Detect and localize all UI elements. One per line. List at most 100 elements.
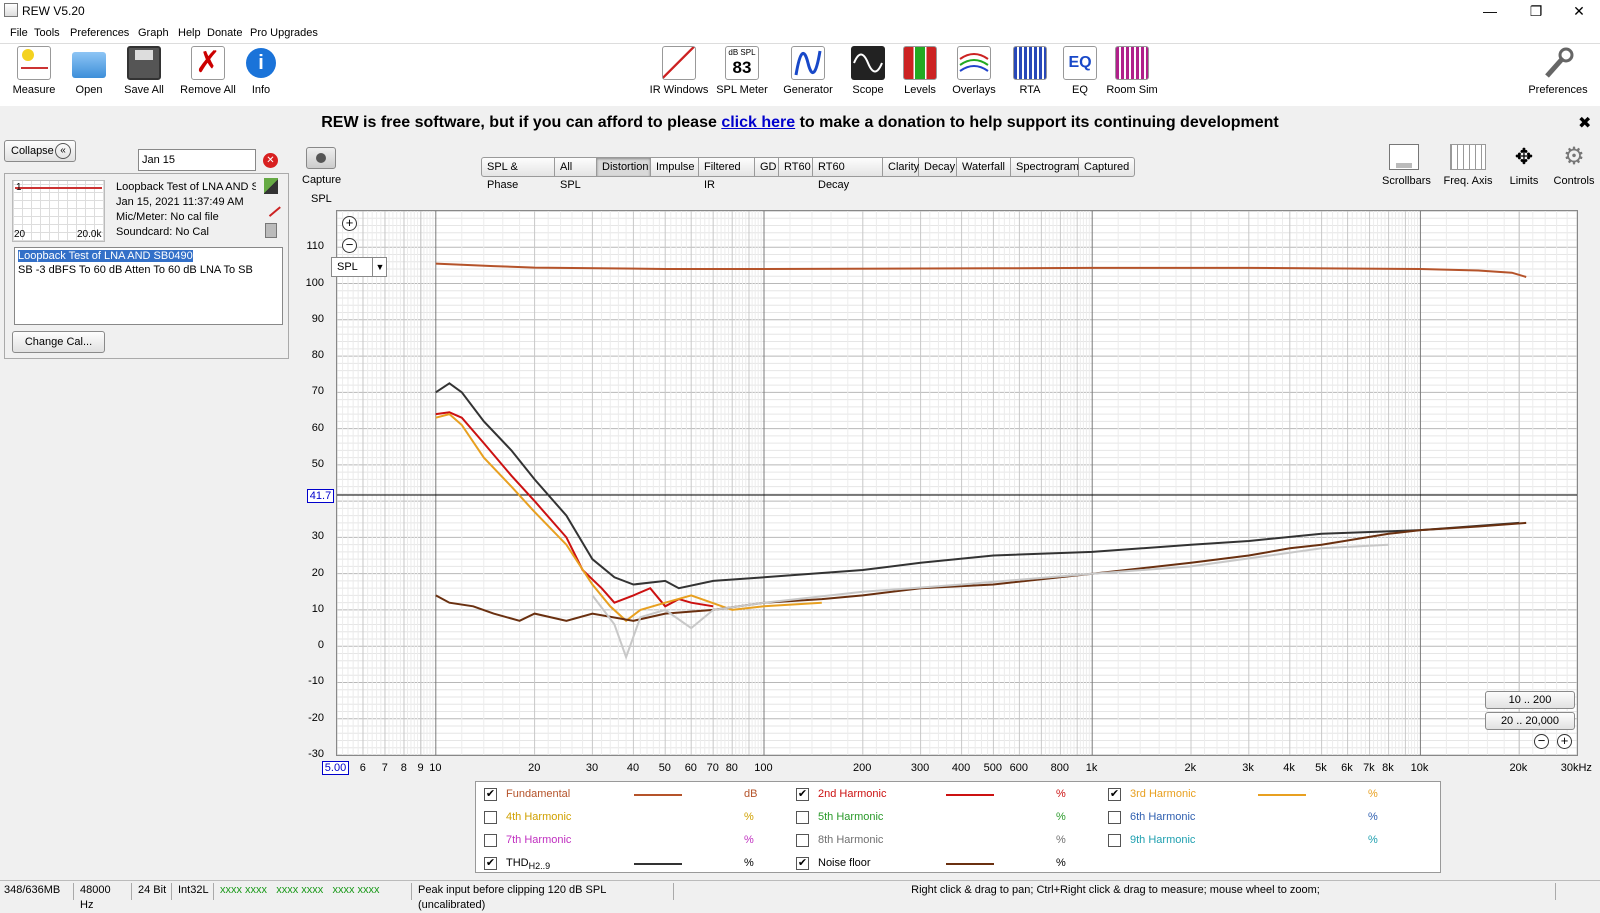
tab-decay[interactable]: Decay [919,157,957,177]
freq-axis-button[interactable]: Freq. Axis [1440,144,1496,187]
thumbnail-trace [15,187,102,189]
scrollbars-button[interactable]: Scrollbars [1382,144,1431,187]
legend-line-swatch [946,863,994,865]
tab-rt60-decay[interactable]: RT60 Decay [813,157,883,191]
legend-unit: % [1056,834,1066,846]
x-tick-label: 8 [400,762,407,774]
menu-file[interactable]: File [10,27,28,39]
tab-waterfall[interactable]: Waterfall [957,157,1011,177]
tab-rt60[interactable]: RT60 [779,157,813,177]
collapse-chevron-icon: « [55,143,71,159]
banner-text-after: to make a donation to help support its c… [795,114,1279,131]
generator-button[interactable]: Generator [780,46,836,96]
legend-checkbox[interactable] [484,811,497,824]
save-all-button[interactable]: Save All [120,46,168,96]
controls-button[interactable]: ⚙ Controls [1552,144,1596,188]
spl-meter-button[interactable]: dB SPL 83 SPL Meter [716,46,768,96]
x-tick-label: 70 [706,762,719,774]
legend-series-name: 8th Harmonic [818,834,884,846]
camera-icon[interactable] [306,147,336,169]
legend-checkbox[interactable] [1108,834,1121,847]
legend-unit: % [744,857,754,869]
zoom-in-icon[interactable]: + [342,216,357,231]
room-sim-button[interactable]: Room Sim [1104,46,1160,96]
levels-button[interactable]: Levels [900,46,940,96]
measurement-notes[interactable]: Loopback Test of LNA AND SB0490 SB -3 dB… [14,247,283,325]
close-icon[interactable]: ✕ [1556,0,1600,22]
controls-label: Controls [1553,175,1595,187]
x-tick-label: 300 [910,762,930,774]
collapse-button[interactable]: Collapse « [4,140,76,162]
open-button[interactable]: Open [68,46,110,96]
tab-filtered-ir[interactable]: Filtered IR [699,157,755,191]
menu-donate[interactable]: Donate [207,27,242,39]
range-20-20000-button[interactable]: 20 .. 20,000 [1485,712,1575,730]
freq-axis-icon [1450,144,1486,170]
tab-clarity[interactable]: Clarity [883,157,919,177]
legend-checkbox[interactable]: ✔ [484,857,497,870]
preferences-button[interactable]: Preferences [1526,46,1590,96]
help-hint-status: Right click & drag to pan; Ctrl+Right cl… [676,883,1556,900]
info-button[interactable]: i Info [243,46,279,96]
x-start-badge[interactable]: 5.00 [322,761,349,775]
banner-close-icon[interactable]: ✖ [1578,113,1591,133]
legend-checkbox[interactable] [796,834,809,847]
distortion-graph[interactable]: + − SPL ▼ 10 .. 200 20 .. 20,000 − + [331,210,1578,756]
save-measurement-icon[interactable] [264,178,278,194]
tab-spectrogram[interactable]: Spectrogram [1011,157,1079,177]
measurement-filter-input[interactable]: Jan 15 [138,149,256,171]
legend-checkbox[interactable]: ✔ [1108,788,1121,801]
tab-distortion[interactable]: Distortion [597,157,651,177]
y-tick-label: 100 [305,276,324,289]
tab-captured[interactable]: Captured [1079,157,1135,177]
tab-gd[interactable]: GD [755,157,779,177]
menu-preferences[interactable]: Preferences [70,27,129,39]
legend-checkbox[interactable]: ✔ [796,857,809,870]
ir-windows-button[interactable]: IR Windows [648,46,710,96]
tab-spl-phase[interactable]: SPL & Phase [481,157,555,191]
zoom-out-icon[interactable]: − [342,238,357,253]
legend-checkbox[interactable]: ✔ [484,788,497,801]
measure-button[interactable]: Measure [10,46,58,96]
limits-arrows-icon: ✥ [1514,144,1534,169]
x-tick-label: 50 [658,762,671,774]
range-10-200-button[interactable]: 10 .. 200 [1485,691,1575,709]
y-unit-value: SPL [337,261,358,273]
legend-checkbox[interactable] [484,834,497,847]
capture-label: Capture [302,174,342,186]
legend-checkbox[interactable] [796,811,809,824]
series-line-reference [591,543,1389,661]
change-cal-button[interactable]: Change Cal... [12,331,105,353]
y-tick-label: 10 [311,602,324,615]
tab-impulse[interactable]: Impulse [651,157,699,177]
chevron-down-icon[interactable]: ▼ [372,258,387,276]
menu-tools[interactable]: Tools [34,27,60,39]
save-icon [127,46,161,80]
limits-button[interactable]: ✥ Limits [1504,144,1544,187]
legend-unit: % [1056,788,1066,800]
donate-link[interactable]: click here [721,114,795,131]
x-tick-label: 4k [1283,762,1295,774]
legend-checkbox[interactable]: ✔ [796,788,809,801]
x-zoom-out-icon[interactable]: − [1534,734,1549,749]
legend-series-name: 5th Harmonic [818,811,884,823]
legend-line-swatch [634,863,682,865]
menu-graph[interactable]: Graph [138,27,169,39]
tab-all-spl[interactable]: All SPL [555,157,597,191]
menu-pro-upgrades[interactable]: Pro Upgrades [250,27,318,39]
measurement-thumbnail[interactable]: 1 20 20.0k [12,180,105,242]
x-zoom-in-icon[interactable]: + [1557,734,1572,749]
rta-button[interactable]: RTA [1012,46,1048,96]
menu-help[interactable]: Help [178,27,201,39]
notes-document-icon[interactable] [265,223,277,238]
eq-button[interactable]: EQ EQ [1062,46,1098,96]
legend-checkbox[interactable] [1108,811,1121,824]
scope-button[interactable]: Scope [848,46,888,96]
minimize-icon[interactable]: — [1467,0,1513,22]
y-unit-select[interactable]: SPL ▼ [331,257,387,277]
overlays-button[interactable]: Overlays [948,46,1000,96]
sample-rate-status: 48000 Hz [76,883,132,911]
maximize-icon[interactable]: ❐ [1513,0,1559,22]
clear-filter-icon[interactable]: ✕ [263,153,278,168]
remove-all-button[interactable]: ✗ Remove All [178,46,238,96]
